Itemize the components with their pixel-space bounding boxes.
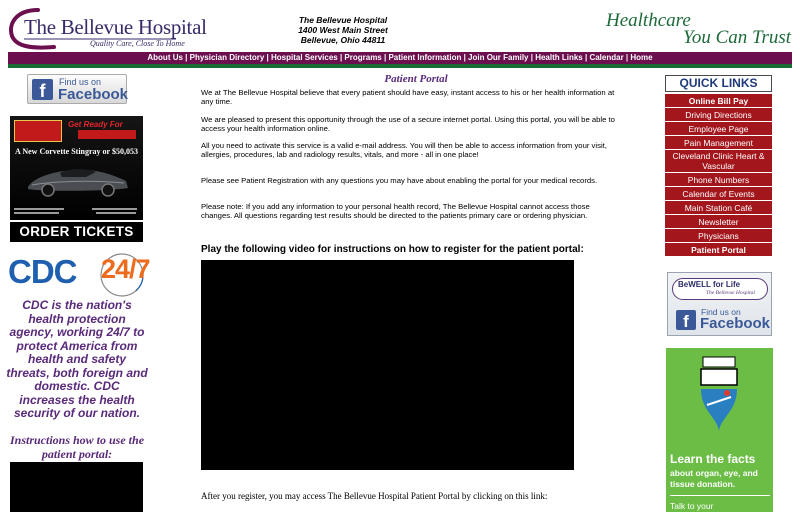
- facebook-button[interactable]: f Find us on Facebook: [27, 74, 129, 104]
- address-line: Bellevue, Ohio 44811: [300, 35, 386, 45]
- page-title: Patient Portal: [384, 73, 448, 85]
- logo-tagline: Quality Care, Close To Home: [90, 39, 185, 48]
- instructions-title: Instructions how to use the patient port…: [9, 433, 145, 461]
- site-header: The Bellevue Hospital Quality Care, Clos…: [0, 0, 800, 52]
- donate-life-banner[interactable]: Learn the facts about organ, eye, and ti…: [666, 348, 773, 512]
- hospital-address: The Bellevue Hospital 1400 West Main Str…: [268, 15, 418, 45]
- main-nav: About Us | Physician Directory | Hospita…: [8, 52, 792, 64]
- quick-link-heart-vascular[interactable]: Cleveland Clinic Heart & Vascular: [665, 150, 772, 173]
- after-register-text: After you register, you may access The B…: [201, 491, 548, 501]
- donate-talk-text: Talk to your: [670, 501, 714, 511]
- address-line: 1400 West Main Street: [298, 25, 388, 35]
- raffle-headline: A New Corvette Stingray or $50,053: [15, 147, 138, 156]
- hospital-logo[interactable]: The Bellevue Hospital Quality Care, Clos…: [8, 6, 207, 50]
- quick-links-header: QUICK LINKS: [665, 75, 772, 92]
- nav-divider: [8, 64, 792, 68]
- donate-facts-title: Learn the facts: [670, 452, 756, 466]
- quick-links-list: Online Bill Pay Driving Directions Emplo…: [665, 94, 772, 257]
- portal-paragraph: We are pleased to present this opportuni…: [201, 115, 615, 133]
- intro-paragraph: We at The Bellevue Hospital believe that…: [201, 88, 615, 106]
- nav-hospital-services[interactable]: Hospital Services: [271, 53, 338, 62]
- cdc-logo-text: CDC: [8, 253, 77, 290]
- bewell-title: BeWELL for Life: [678, 280, 741, 289]
- quick-link-phone-numbers[interactable]: Phone Numbers: [665, 173, 772, 187]
- nav-patient-information[interactable]: Patient Information: [388, 53, 461, 62]
- quick-link-newsletter[interactable]: Newsletter: [665, 215, 772, 229]
- nav-about-us[interactable]: About Us: [147, 53, 183, 62]
- cdc-description: CDC is the nation's health protection ag…: [6, 298, 148, 420]
- facebook-icon: f: [32, 79, 53, 101]
- registration-paragraph: Please see Patient Registration with any…: [201, 176, 598, 185]
- bewell-facebook-banner[interactable]: BeWELL for Life The Bellevue Hospital f …: [667, 272, 772, 336]
- logo-name: The Bellevue Hospital: [24, 15, 207, 39]
- raffle-logo-badge: [14, 120, 62, 142]
- quick-link-main-station-cafe[interactable]: Main Station Café: [665, 201, 772, 215]
- nav-programs[interactable]: Programs: [344, 53, 381, 62]
- order-tickets-button[interactable]: ORDER TICKETS: [10, 222, 143, 242]
- nav-physician-directory[interactable]: Physician Directory: [190, 53, 265, 62]
- raffle-ready-text: Get Ready For: [68, 120, 123, 129]
- corvette-car-icon: [28, 169, 128, 197]
- registration-video-player[interactable]: [201, 260, 574, 470]
- bewell-subtitle: The Bellevue Hospital: [706, 290, 755, 296]
- quick-link-driving-directions[interactable]: Driving Directions: [665, 108, 772, 122]
- raffle-title-badge: [78, 130, 136, 139]
- activation-paragraph: All you need to activate this service is…: [201, 141, 607, 159]
- donate-life-ohio-logo: [700, 356, 738, 431]
- nav-join-our-family[interactable]: Join Our Family: [468, 53, 528, 62]
- cdc-247-logo[interactable]: CDC 24/7: [8, 252, 158, 298]
- quick-link-physicians[interactable]: Physicians: [665, 229, 772, 243]
- donate-facts-subtitle: about organ, eye, and tissue donation.: [670, 468, 758, 489]
- bewell-brand-label: Facebook: [700, 315, 771, 332]
- slogan-line1: Healthcare: [606, 10, 691, 31]
- nav-calendar[interactable]: Calendar: [589, 53, 623, 62]
- video-section-title: Play the following video for instruction…: [201, 244, 584, 255]
- instructions-video-player[interactable]: [10, 462, 143, 512]
- quick-link-online-bill-pay[interactable]: Online Bill Pay: [665, 94, 772, 108]
- quick-link-calendar-events[interactable]: Calendar of Events: [665, 187, 772, 201]
- donate-divider: [670, 495, 770, 496]
- address-line: The Bellevue Hospital: [298, 15, 388, 25]
- quick-link-employee-page[interactable]: Employee Page: [665, 122, 772, 136]
- slogan-line2: You Can Trust: [683, 27, 792, 48]
- cdc-247-text: 24/7: [101, 254, 151, 284]
- note-paragraph: Please note: If you add any information …: [201, 202, 590, 220]
- quick-link-patient-portal[interactable]: Patient Portal: [665, 243, 772, 257]
- nav-home[interactable]: Home: [630, 53, 652, 62]
- facebook-icon: f: [676, 310, 696, 331]
- facebook-brand-label: Facebook: [58, 86, 129, 103]
- corvette-raffle-banner[interactable]: Get Ready For A New Corvette Stingray or…: [10, 116, 143, 220]
- quick-link-pain-management[interactable]: Pain Management: [665, 136, 772, 150]
- nav-health-links[interactable]: Health Links: [535, 53, 583, 62]
